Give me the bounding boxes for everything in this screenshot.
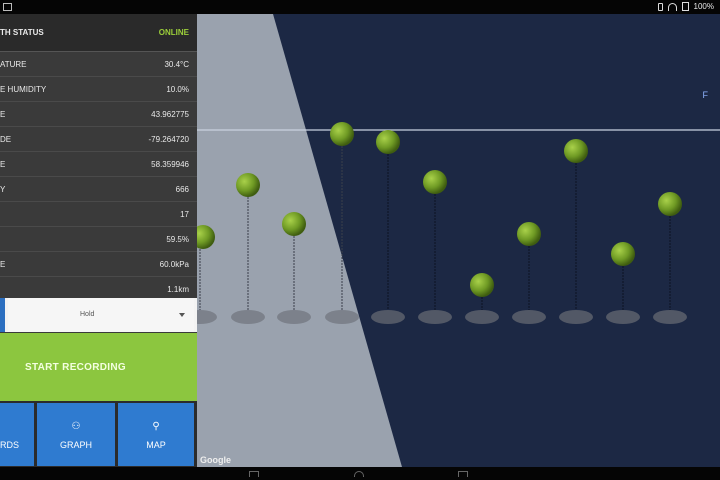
reading-value: 59.5% <box>166 235 189 244</box>
reading-row-temperature: ATURE 30.4°C <box>0 51 197 77</box>
graph-icon: ⚇ <box>71 421 81 432</box>
home-icon[interactable] <box>354 471 364 477</box>
recents-icon[interactable] <box>458 471 468 477</box>
reading-row-longitude: DE -79.264720 <box>0 126 197 152</box>
status-value: ONLINE <box>158 28 189 37</box>
records-button[interactable]: RDS <box>0 403 34 466</box>
reading-row-altitude: E 58.359946 <box>0 151 197 177</box>
reading-label: E <box>0 160 6 169</box>
data-marker[interactable] <box>418 170 452 324</box>
map-pin-icon: ⚲ <box>152 421 160 432</box>
records-label: RDS <box>0 440 20 450</box>
battery-icon <box>681 2 689 11</box>
mode-dropdown-value: Hold <box>80 311 95 318</box>
reading-row-7: 59.5% <box>0 226 197 252</box>
reading-value: 58.359946 <box>151 160 189 169</box>
reading-label: E HUMIDITY <box>0 85 47 94</box>
system-status-bar: 100% <box>0 0 720 14</box>
mode-selector-row: Hold <box>0 298 197 332</box>
back-icon[interactable] <box>249 471 259 477</box>
data-marker[interactable] <box>512 222 546 324</box>
battery-percent: 100% <box>693 2 714 11</box>
reading-value: 30.4°C <box>164 60 189 69</box>
reading-value: -79.264720 <box>148 135 189 144</box>
reading-label: ATURE <box>0 60 27 69</box>
reading-value: 43.962775 <box>151 110 189 119</box>
reading-label: DE <box>0 135 12 144</box>
data-marker[interactable] <box>465 273 499 324</box>
status-icons: 100% <box>657 2 714 11</box>
google-attribution: Google <box>200 455 231 465</box>
reading-value: 10.0% <box>166 85 189 94</box>
status-label: TH STATUS <box>0 28 44 37</box>
data-marker[interactable] <box>653 192 687 324</box>
graph-button[interactable]: ⚇ GRAPH <box>37 403 115 466</box>
reading-row-distance: 1.1km <box>0 276 197 298</box>
notification-icon <box>3 3 12 11</box>
reading-row-latitude: E 43.962775 <box>0 101 197 127</box>
vibrate-icon <box>657 2 663 11</box>
start-recording-button[interactable]: START RECORDING <box>0 333 197 401</box>
bottom-nav: RDS ⚇ GRAPH ⚲ MAP <box>0 401 197 467</box>
reading-value: 17 <box>180 210 189 219</box>
map-view[interactable]: F Google <box>197 14 720 467</box>
map-button[interactable]: ⚲ MAP <box>118 403 194 466</box>
map-edge-label: F <box>702 90 709 100</box>
wifi-icon <box>667 2 677 11</box>
graph-label: GRAPH <box>59 440 92 450</box>
start-recording-label: START RECORDING <box>25 362 126 373</box>
data-marker[interactable] <box>559 139 593 324</box>
connection-status-row: TH STATUS ONLINE <box>0 14 197 52</box>
reading-value: 1.1km <box>167 285 189 294</box>
reading-row-pressure: E 60.0kPa <box>0 251 197 277</box>
reading-row-6: 17 <box>0 201 197 227</box>
chevron-down-icon <box>179 313 185 317</box>
reading-value: 60.0kPa <box>159 260 189 269</box>
mode-dropdown[interactable]: Hold <box>8 298 194 332</box>
reading-row-5: Y 666 <box>0 176 197 202</box>
map-canvas <box>197 14 720 467</box>
selector-left-button[interactable] <box>0 298 5 332</box>
sensor-readings-panel: TH STATUS ONLINE ATURE 30.4°C E HUMIDITY… <box>0 14 197 467</box>
reading-value: 666 <box>175 185 189 194</box>
map-label: MAP <box>146 440 166 450</box>
reading-label: E <box>0 260 6 269</box>
reading-row-humidity: E HUMIDITY 10.0% <box>0 76 197 102</box>
reading-label: E <box>0 110 6 119</box>
data-marker[interactable] <box>606 242 640 324</box>
data-marker[interactable] <box>371 130 405 324</box>
reading-label: Y <box>0 185 6 194</box>
map-land-area <box>197 14 402 467</box>
system-nav-bar <box>0 467 720 480</box>
